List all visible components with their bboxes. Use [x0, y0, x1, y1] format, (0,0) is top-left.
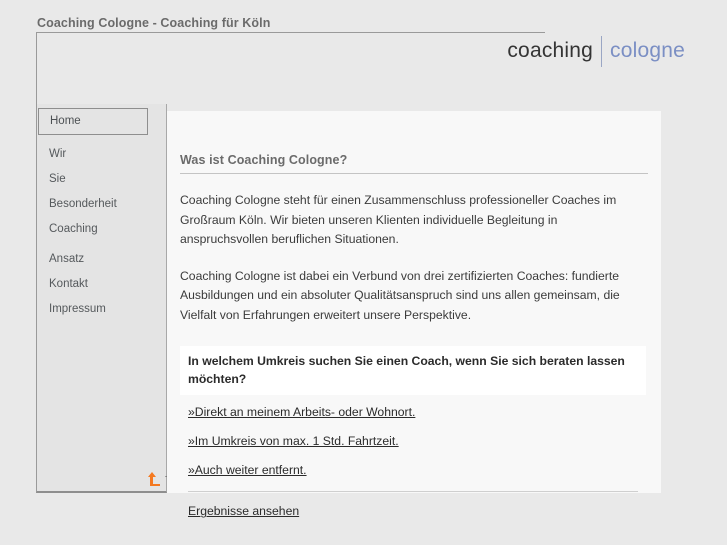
intro-paragraph-1: Coaching Cologne steht für einen Zusamme…: [180, 193, 617, 247]
poll-results-link[interactable]: Ergebnisse ansehen: [188, 504, 299, 518]
sidebar-item-kontakt[interactable]: Kontakt: [37, 272, 166, 297]
sidebar-item-sie[interactable]: Sie: [37, 167, 166, 192]
poll-option-3[interactable]: »Auch weiter entfernt.: [188, 462, 307, 478]
page-title: Was ist Coaching Cologne?: [180, 153, 648, 175]
sidebar-nav: Home Wir Sie Besonderheit Coaching Ansat…: [37, 108, 166, 322]
sidebar-item-wir[interactable]: Wir: [37, 142, 166, 167]
sidebar-item-coaching[interactable]: Coaching: [37, 217, 166, 242]
sidebar-item-impressum[interactable]: Impressum: [37, 297, 166, 322]
sidebar-item-besonderheit[interactable]: Besonderheit: [37, 192, 166, 217]
site-logo: coaching cologne: [507, 36, 685, 67]
intro-paragraph-2: Coaching Cologne ist dabei ein Verbund v…: [180, 268, 620, 322]
logo-secondary-text: cologne: [610, 39, 685, 62]
poll-option-list: »Direkt an meinem Arbeits- oder Wohnort.…: [180, 395, 646, 478]
arrow-up-icon: [147, 472, 160, 487]
logo-primary-text: coaching: [507, 39, 594, 62]
header-frame: [36, 32, 545, 104]
page-root: Coaching Cologne - Coaching für Köln coa…: [0, 0, 727, 545]
main-content-inner: Was ist Coaching Cologne? Coaching Colog…: [180, 145, 648, 518]
main-content-panel: Was ist Coaching Cologne? Coaching Colog…: [167, 111, 661, 518]
poll-widget: In welchem Umkreis suchen Sie einen Coac…: [180, 346, 646, 518]
poll-divider: [188, 491, 638, 493]
sidebar: Home Wir Sie Besonderheit Coaching Ansat…: [36, 104, 182, 493]
poll-option-1[interactable]: »Direkt an meinem Arbeits- oder Wohnort.: [188, 404, 415, 420]
poll-option-2[interactable]: »Im Umkreis von max. 1 Std. Fahrtzeit.: [188, 433, 399, 449]
site-title: Coaching Cologne - Coaching für Köln: [37, 16, 271, 30]
sidebar-item-ansatz[interactable]: Ansatz: [37, 247, 166, 272]
sidebar-item-home[interactable]: Home: [38, 108, 148, 135]
poll-question: In welchem Umkreis suchen Sie einen Coac…: [180, 346, 646, 396]
